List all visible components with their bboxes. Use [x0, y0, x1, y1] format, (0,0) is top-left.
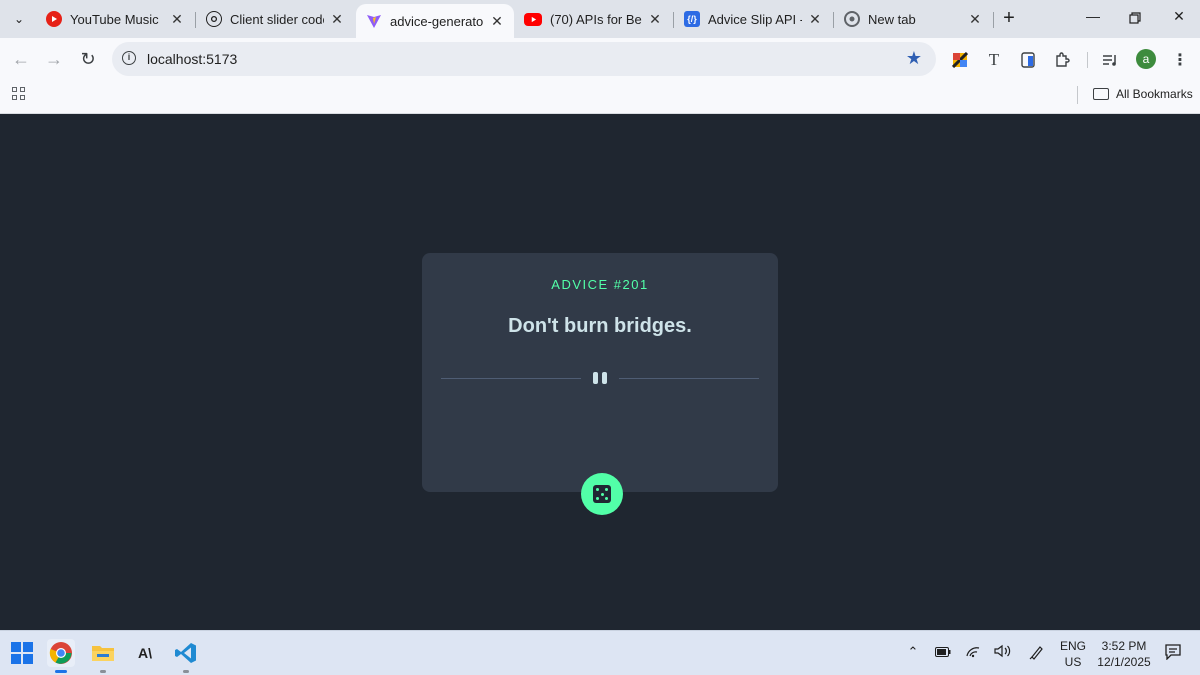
close-icon[interactable]: ✕	[490, 13, 504, 30]
close-window-button[interactable]: ✕	[1168, 8, 1190, 30]
address-bar[interactable]: i localhost:5173 ★	[112, 42, 936, 76]
tab-advice-generator[interactable]: advice-generator-app ✕	[356, 4, 514, 38]
advice-id-label: ADVICE #201	[551, 277, 649, 292]
bookmarks-bar: All Bookmarks	[0, 80, 1200, 114]
advice-card: ADVICE #201 Don't burn bridges.	[422, 253, 778, 492]
arrow-left-icon: ←	[12, 49, 30, 69]
folder-icon	[92, 646, 114, 661]
back-button[interactable]: ←	[10, 48, 32, 70]
folder-icon[interactable]	[1093, 88, 1109, 100]
tab-youtube-music[interactable]: YouTube Music ✕	[36, 4, 194, 34]
ai-app-logo-icon: A\	[138, 645, 152, 661]
close-icon[interactable]: ✕	[808, 11, 822, 28]
vscode-icon	[175, 643, 196, 663]
chrome-icon	[49, 642, 72, 664]
system-clock[interactable]: 3:52 PM 12/1/2025	[1094, 638, 1154, 670]
tab-title: Advice Slip API - Public APIs	[708, 11, 802, 27]
clipboard-extension-icon[interactable]	[1018, 50, 1038, 70]
forward-button[interactable]: →	[43, 48, 65, 70]
tab-title: (70) APIs for Beginners	[550, 11, 642, 27]
api-icon: {/}	[684, 11, 700, 27]
taskbar-vscode[interactable]	[172, 639, 200, 667]
tab-new-tab[interactable]: New tab ✕	[834, 4, 992, 34]
tab-title: Client slider code help	[230, 11, 324, 27]
close-icon[interactable]: ✕	[648, 11, 662, 28]
youtube-icon	[524, 12, 542, 26]
tab-client-slider[interactable]: Client slider code help ✕	[196, 4, 354, 34]
windows-start-button[interactable]	[8, 639, 36, 667]
toolbar-separator	[1087, 52, 1088, 68]
new-tab-button[interactable]: +	[998, 8, 1020, 30]
notifications-icon[interactable]	[1164, 644, 1182, 662]
openai-icon	[206, 11, 222, 27]
dice-icon	[593, 485, 611, 503]
generate-advice-button[interactable]	[581, 473, 623, 515]
close-icon: ✕	[1173, 8, 1185, 24]
media-queue-icon[interactable]	[1100, 50, 1120, 70]
divider-line-right	[619, 378, 759, 379]
close-icon[interactable]: ✕	[968, 11, 982, 28]
menu-kebab-icon[interactable]: ⋮	[1170, 50, 1190, 70]
speaker-icon[interactable]	[994, 644, 1012, 662]
plus-icon: +	[1003, 7, 1015, 29]
minimize-icon: —	[1086, 8, 1100, 24]
all-bookmarks-link[interactable]: All Bookmarks	[1116, 87, 1193, 101]
restore-button[interactable]	[1124, 8, 1146, 30]
chevron-down-icon: ⌄	[13, 12, 25, 26]
taskbar-chrome[interactable]	[47, 639, 75, 667]
taskbar-ai-app[interactable]: A\	[131, 639, 159, 667]
chrome-icon	[844, 11, 860, 27]
tab-advice-slip-api[interactable]: {/} Advice Slip API - Public APIs ✕	[674, 4, 832, 34]
reload-icon: ↻	[80, 49, 96, 69]
clock-time: 3:52 PM	[1101, 639, 1147, 653]
battery-icon[interactable]	[934, 644, 952, 662]
reload-button[interactable]: ↻	[77, 48, 99, 70]
vite-icon	[366, 13, 382, 29]
bookmarks-separator	[1077, 86, 1078, 104]
pen-icon[interactable]	[1028, 644, 1046, 662]
clock-date: 12/1/2025	[1097, 655, 1151, 669]
tab-strip: ⌄ YouTube Music ✕ Client slider code hel…	[0, 0, 1200, 38]
language-indicator[interactable]: ENG US	[1058, 638, 1088, 670]
pause-divider-icon	[591, 372, 609, 384]
close-icon[interactable]: ✕	[330, 11, 344, 28]
active-app-indicator	[55, 670, 67, 673]
profile-avatar[interactable]: a	[1136, 49, 1156, 69]
divider-line-left	[441, 378, 581, 379]
color-picker-extension-icon[interactable]	[950, 50, 970, 70]
tab-search-button[interactable]: ⌄	[8, 8, 30, 30]
app-running-indicator	[183, 670, 189, 673]
youtube-music-icon	[46, 11, 62, 27]
bookmark-star-icon[interactable]: ★	[906, 48, 922, 69]
arrow-right-icon: →	[45, 49, 63, 69]
chevron-up-icon[interactable]: ⌃	[904, 644, 922, 662]
language-code: ENG	[1059, 639, 1086, 653]
page-viewport: ADVICE #201 Don't burn bridges.	[0, 114, 1200, 630]
url-text[interactable]: localhost:5173	[147, 51, 237, 67]
wifi-icon[interactable]	[964, 644, 982, 662]
tab-title: New tab	[868, 11, 916, 27]
apps-grid-icon[interactable]	[12, 87, 26, 101]
tab-separator	[993, 12, 994, 28]
minimize-button[interactable]: —	[1082, 8, 1104, 30]
close-icon[interactable]: ✕	[170, 11, 184, 28]
tab-title: advice-generator-app	[390, 13, 484, 29]
advice-quote: Don't burn bridges.	[508, 315, 692, 337]
text-extension-icon[interactable]: T	[984, 50, 1004, 70]
tab-apis-for-beginners[interactable]: (70) APIs for Beginners ✕	[514, 4, 672, 34]
app-running-indicator	[100, 670, 106, 673]
restore-icon	[1129, 12, 1141, 24]
region-code: US	[1064, 655, 1082, 669]
extensions-puzzle-icon[interactable]	[1052, 50, 1072, 70]
tab-title: YouTube Music	[70, 11, 159, 27]
windows-taskbar: A\ ⌃ ENG US 3:52 PM 12/1/2025	[0, 630, 1200, 675]
info-icon[interactable]: i	[122, 51, 136, 65]
windows-logo-icon	[11, 642, 33, 664]
taskbar-file-explorer[interactable]	[89, 639, 117, 667]
